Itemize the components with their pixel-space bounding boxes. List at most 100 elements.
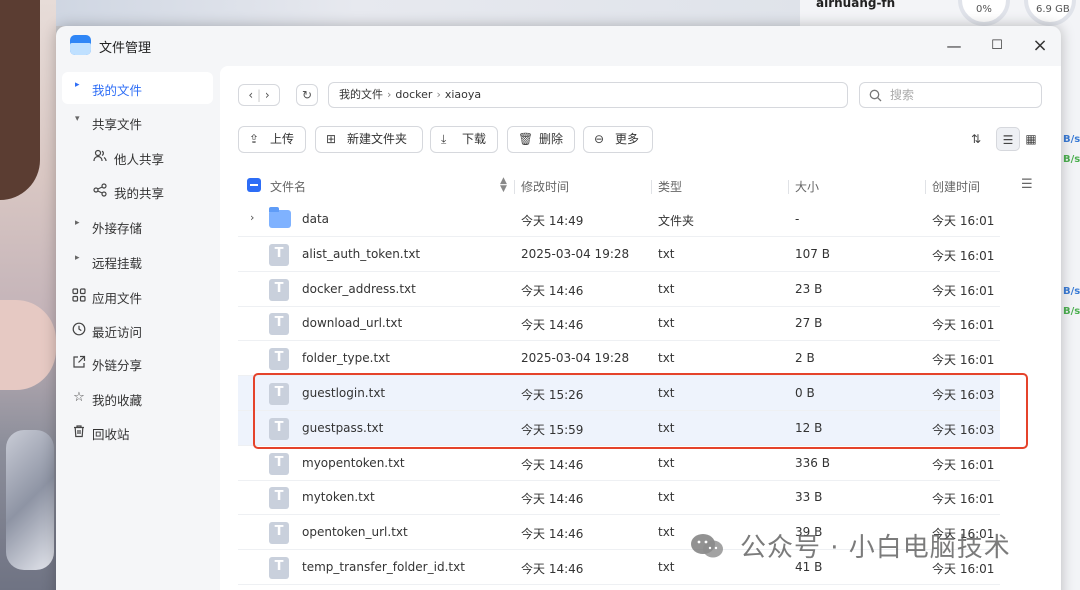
file-created: 今天 16:01 bbox=[932, 248, 995, 263]
sidebar-item-label: 共享文件 bbox=[92, 117, 143, 132]
grid-view-icon: ▦ bbox=[1025, 132, 1037, 146]
column-name[interactable]: 文件名 bbox=[270, 178, 306, 195]
upload-button[interactable]: ⇪ 上传 bbox=[238, 126, 306, 153]
table-row[interactable]: guestpass.txt 今天 15:59 txt 12 B 今天 16:03 bbox=[238, 410, 1000, 446]
desktop-wallpaper-left bbox=[0, 0, 56, 590]
trash-icon: 🗑 bbox=[518, 132, 534, 146]
chevron-right-icon: › bbox=[436, 88, 441, 101]
close-button[interactable]: × bbox=[1029, 35, 1051, 57]
new-folder-button[interactable]: ⊞ 新建文件夹 bbox=[315, 126, 423, 153]
chevron-right-icon: ▸ bbox=[75, 80, 80, 90]
table-row[interactable]: folder_type.txt 2025-03-04 19:28 txt 2 B 今天 … bbox=[238, 341, 1000, 377]
table-row[interactable]: mytoken.txt 今天 14:46 txt 33 B 今天 16:01 bbox=[238, 480, 1000, 516]
sidebar-item-label: 远程挂载 bbox=[92, 256, 143, 271]
delete-label: 删除 bbox=[539, 132, 564, 146]
memory-gauge-value: 6.9 GB bbox=[1036, 4, 1070, 15]
column-type[interactable]: 类型 bbox=[658, 178, 682, 195]
table-row[interactable]: myopentoken.txt 今天 14:46 txt 336 B 今天 16:01 bbox=[238, 446, 1000, 481]
table-row[interactable]: guestlogin.txt 今天 15:26 txt 0 B 今天 16:03 bbox=[238, 376, 1000, 411]
maximize-button[interactable]: ☐ bbox=[986, 35, 1008, 57]
external-link-icon bbox=[71, 355, 87, 371]
sidebar-item-external-storage[interactable]: ▸ 外接存储 bbox=[62, 210, 213, 242]
search-input[interactable]: 搜索 bbox=[859, 82, 1042, 108]
text-file-icon bbox=[269, 313, 289, 336]
more-icon: ⊖ bbox=[594, 132, 605, 146]
more-label: 更多 bbox=[615, 132, 640, 146]
file-type: txt bbox=[658, 281, 675, 296]
column-modified[interactable]: 修改时间 bbox=[521, 178, 569, 195]
file-created: 今天 16:01 bbox=[932, 214, 995, 228]
table-row[interactable]: alist_auth_token.txt 2025-03-04 19:28 txt 1… bbox=[238, 237, 1000, 272]
sidebar-item-my-shares[interactable]: 我的共享 bbox=[62, 175, 213, 207]
file-type: txt bbox=[658, 455, 675, 470]
minimize-button[interactable]: — bbox=[943, 35, 965, 57]
breadcrumb-item[interactable]: docker bbox=[395, 88, 432, 101]
net-speed-label: B/s bbox=[1063, 154, 1080, 165]
file-created: 今天 16:03 bbox=[932, 388, 995, 402]
list-view-button[interactable]: ☰ bbox=[996, 127, 1020, 151]
back-forward-buttons[interactable]: ‹ | › bbox=[238, 84, 280, 106]
file-modified: 今天 14:49 bbox=[521, 214, 584, 228]
file-type: txt bbox=[658, 386, 675, 400]
breadcrumb-item[interactable]: 我的文件 bbox=[339, 88, 383, 101]
text-file-icon bbox=[269, 278, 289, 301]
chevron-down-icon: ▾ bbox=[75, 114, 80, 124]
file-created: 今天 16:01 bbox=[932, 492, 995, 507]
sort-order-button[interactable]: ⇅ bbox=[964, 127, 988, 151]
file-manager-window: 文件管理 — ☐ × ▸ 我的文件 ▾ 共享文件 他人共享 我的共享 ▸ 外接存… bbox=[56, 26, 1061, 590]
sidebar-item-shared-files[interactable]: ▾ 共享文件 bbox=[62, 106, 213, 138]
grid-view-button[interactable]: ▦ bbox=[1019, 127, 1043, 151]
file-modified: 2025-03-04 19:28 bbox=[521, 246, 630, 261]
file-modified: 2025-03-04 19:28 bbox=[521, 351, 630, 366]
sidebar-item-label: 他人共享 bbox=[114, 152, 165, 167]
sidebar-item-recycle-bin[interactable]: 回收站 bbox=[62, 416, 213, 448]
file-modified: 今天 14:46 bbox=[521, 527, 584, 542]
table-row[interactable]: docker_address.txt 今天 14:46 txt 23 B 今天 16:0… bbox=[238, 272, 1000, 307]
file-created: 今天 16:03 bbox=[932, 422, 995, 437]
table-row[interactable]: › data 今天 14:49 文件夹 - 今天 16:01 bbox=[238, 202, 1000, 237]
table-row[interactable]: download_url.txt 今天 14:46 txt 27 B 今天 16:01 bbox=[238, 306, 1000, 342]
sidebar-item-remote-mount[interactable]: ▸ 远程挂载 bbox=[62, 245, 213, 277]
sidebar-item-app-files[interactable]: 应用文件 bbox=[62, 280, 213, 312]
upload-icon: ⇪ bbox=[249, 132, 260, 146]
sidebar-item-my-files[interactable]: ▸ 我的文件 bbox=[62, 72, 213, 104]
sidebar-item-label: 我的文件 bbox=[92, 83, 143, 98]
sidebar-item-favorites[interactable]: ☆ 我的收藏 bbox=[62, 382, 213, 414]
chevron-right-icon: › bbox=[387, 88, 392, 101]
cpu-gauge-value: 0% bbox=[976, 4, 992, 15]
desktop-wallpaper-top bbox=[56, 0, 806, 26]
chevron-right-icon[interactable]: › bbox=[265, 88, 270, 102]
file-modified: 今天 14:46 bbox=[521, 283, 584, 298]
file-manager-app-icon bbox=[70, 35, 91, 55]
file-name: guestlogin.txt bbox=[302, 386, 386, 400]
file-list-panel: ‹ | › ↻ 我的文件 › docker › xiaoya 搜索 ⇪ 上传 ⊞ 新建文… bbox=[220, 66, 1061, 590]
file-modified: 今天 14:46 bbox=[521, 492, 584, 507]
sidebar-item-external-links[interactable]: 外链分享 bbox=[62, 347, 213, 379]
file-name: data bbox=[302, 212, 330, 226]
select-all-checkbox[interactable] bbox=[247, 178, 261, 192]
sort-arrows-icon[interactable]: ▲ ▼ bbox=[500, 177, 507, 194]
expand-chevron-icon[interactable]: › bbox=[250, 211, 254, 224]
more-button[interactable]: ⊖ 更多 bbox=[583, 126, 653, 153]
column-divider[interactable] bbox=[514, 180, 515, 194]
column-size[interactable]: 大小 bbox=[795, 178, 819, 195]
sidebar-item-recent[interactable]: 最近访问 bbox=[62, 314, 213, 346]
column-divider[interactable] bbox=[651, 180, 652, 194]
download-label: 下载 bbox=[462, 132, 487, 146]
widget-device-name: airhuang-fn bbox=[816, 0, 896, 10]
chevron-right-icon: ▸ bbox=[75, 218, 80, 228]
file-name: folder_type.txt bbox=[302, 351, 390, 366]
refresh-button[interactable]: ↻ bbox=[296, 84, 318, 106]
column-created[interactable]: 创建时间 bbox=[932, 178, 980, 195]
delete-button[interactable]: 🗑 删除 bbox=[507, 126, 575, 153]
file-size: 107 B bbox=[795, 246, 830, 261]
chevron-left-icon[interactable]: ‹ bbox=[248, 88, 253, 102]
column-divider[interactable] bbox=[788, 180, 789, 194]
download-button[interactable]: ⤓ 下载 bbox=[430, 126, 498, 153]
text-file-icon bbox=[269, 417, 289, 440]
net-speed-label: B/s bbox=[1063, 286, 1080, 297]
breadcrumb-item[interactable]: xiaoya bbox=[445, 88, 481, 101]
column-divider[interactable] bbox=[925, 180, 926, 194]
sidebar-item-shared-with-me[interactable]: 他人共享 bbox=[62, 141, 213, 173]
column-settings-icon[interactable]: ☰ bbox=[1021, 177, 1033, 192]
